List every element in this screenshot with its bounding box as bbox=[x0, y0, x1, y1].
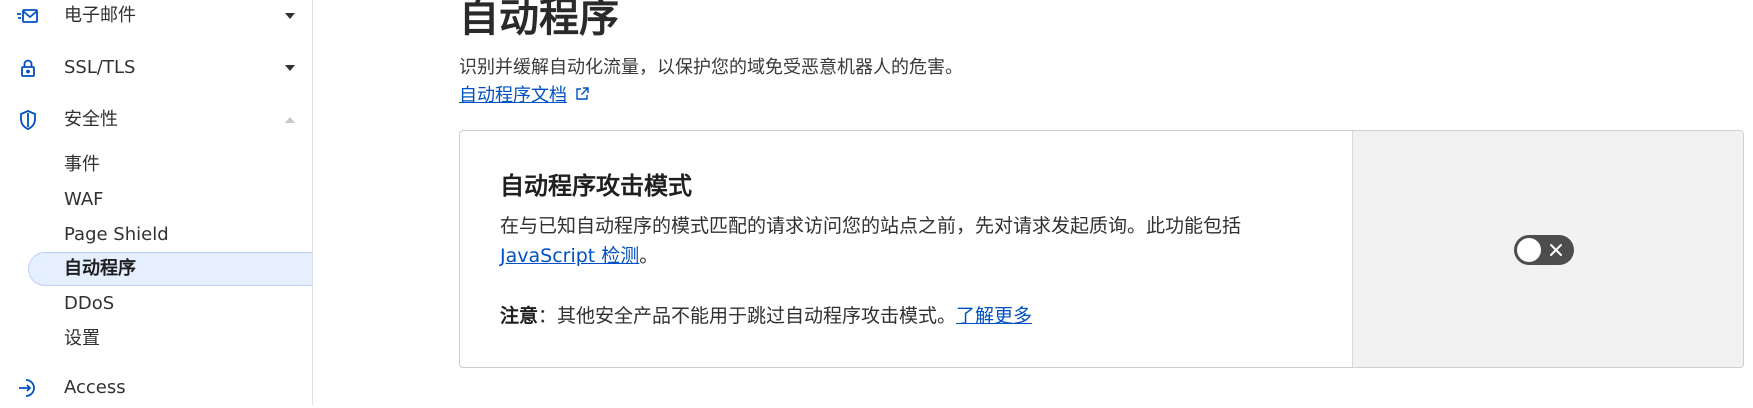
note-text: ：其他安全产品不能用于跳过自动程序攻击模式。 bbox=[538, 305, 957, 327]
bots-docs-link[interactable]: 自动程序文档 bbox=[459, 84, 589, 108]
lock-icon bbox=[16, 56, 40, 80]
card-description: 在与已知自动程序的模式匹配的请求访问您的站点之前，先对请求发起质询。此功能包括 J… bbox=[500, 211, 1330, 271]
card-description-text: 在与已知自动程序的模式匹配的请求访问您的站点之前，先对请求发起质询。此功能包括 bbox=[500, 215, 1242, 237]
sidebar-subitem-ddos[interactable]: DDoS bbox=[28, 287, 312, 321]
sidebar-subitem-label: 事件 bbox=[64, 154, 100, 175]
card-action-panel bbox=[1352, 131, 1743, 367]
shield-icon bbox=[16, 108, 40, 132]
card-description-suffix: 。 bbox=[639, 245, 659, 267]
sidebar: 电子邮件 SSL/TLS 安全性 事件 WAF Page Shield 自动程序… bbox=[0, 0, 313, 405]
bot-fight-mode-toggle[interactable] bbox=[1514, 235, 1574, 265]
sidebar-subitem-label: Page Shield bbox=[64, 224, 169, 245]
sidebar-subitem-events[interactable]: 事件 bbox=[28, 148, 312, 182]
sidebar-item-ssl-tls[interactable]: SSL/TLS bbox=[0, 48, 312, 88]
learn-more-link[interactable]: 了解更多 bbox=[956, 305, 1032, 327]
javascript-detections-link[interactable]: JavaScript 检测 bbox=[500, 245, 639, 267]
sidebar-item-label: 安全性 bbox=[64, 109, 118, 130]
email-routing-icon bbox=[16, 4, 40, 28]
access-icon bbox=[16, 376, 40, 400]
sidebar-item-security[interactable]: 安全性 bbox=[0, 100, 312, 140]
chevron-down-icon bbox=[282, 60, 298, 76]
note-label: 注意 bbox=[500, 305, 539, 327]
chevron-down-icon bbox=[282, 8, 298, 24]
chevron-up-icon bbox=[282, 112, 298, 128]
card-title: 自动程序攻击模式 bbox=[500, 172, 692, 200]
sidebar-item-email[interactable]: 电子邮件 bbox=[0, 0, 312, 36]
card-note: 注意：其他安全产品不能用于跳过自动程序攻击模式。了解更多 bbox=[500, 301, 1032, 331]
sidebar-subitem-waf[interactable]: WAF bbox=[28, 183, 312, 217]
sidebar-item-label: Access bbox=[64, 377, 126, 398]
main-content: 自动程序 识别并缓解自动化流量，以保护您的域免受恶意机器人的危害。 自动程序文档… bbox=[312, 0, 1753, 405]
sidebar-item-label: SSL/TLS bbox=[64, 57, 136, 78]
sidebar-item-access[interactable]: Access bbox=[0, 368, 312, 408]
sidebar-subitem-label: 设置 bbox=[64, 328, 100, 349]
sidebar-subitem-label: WAF bbox=[64, 189, 104, 210]
sidebar-subitem-label: DDoS bbox=[64, 293, 115, 314]
sidebar-subitem-page-shield[interactable]: Page Shield bbox=[28, 218, 312, 252]
card-body: 自动程序攻击模式 在与已知自动程序的模式匹配的请求访问您的站点之前，先对请求发起… bbox=[460, 131, 1352, 367]
sidebar-item-label: 电子邮件 bbox=[64, 5, 136, 26]
toggle-knob bbox=[1517, 238, 1541, 262]
page-title: 自动程序 bbox=[459, 0, 619, 41]
bots-docs-link-text: 自动程序文档 bbox=[459, 85, 567, 106]
sidebar-subitem-label: 自动程序 bbox=[64, 258, 136, 279]
sidebar-subitem-bots[interactable]: 自动程序 bbox=[28, 252, 312, 286]
external-link-icon bbox=[575, 84, 589, 108]
sidebar-subitem-settings[interactable]: 设置 bbox=[28, 322, 312, 356]
page-description: 识别并缓解自动化流量，以保护您的域免受恶意机器人的危害。 bbox=[459, 57, 963, 78]
bot-fight-mode-card: 自动程序攻击模式 在与已知自动程序的模式匹配的请求访问您的站点之前，先对请求发起… bbox=[459, 130, 1744, 368]
close-icon bbox=[1548, 242, 1564, 258]
